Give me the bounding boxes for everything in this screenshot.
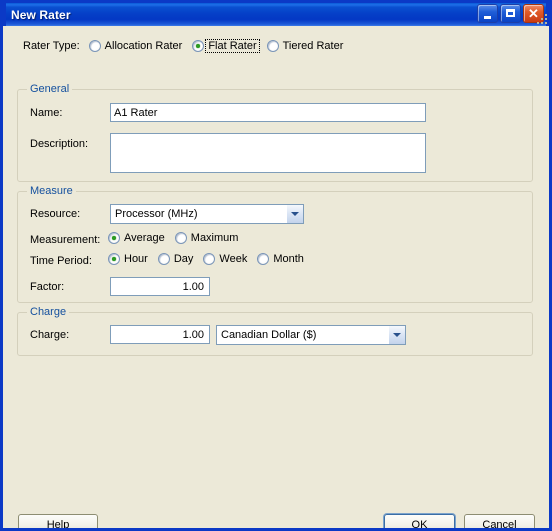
name-label: Name:: [30, 107, 63, 119]
rater-type-group: Rater Type: Allocation Rater Flat Rater …: [23, 39, 346, 53]
help-button[interactable]: Help: [18, 514, 98, 528]
radio-circle-icon: [257, 253, 270, 265]
maximize-icon: [506, 9, 515, 17]
window-controls: ✕: [477, 4, 544, 23]
rater-type-label: Rater Type:: [23, 40, 80, 52]
radio-label: Tiered Rater: [282, 40, 344, 52]
radio-flat-rater[interactable]: Flat Rater: [192, 39, 260, 53]
ok-button[interactable]: OK: [384, 514, 455, 528]
factor-label: Factor:: [30, 281, 65, 293]
currency-dropdown-button[interactable]: [388, 326, 405, 344]
charge-input[interactable]: [110, 325, 210, 344]
resource-dropdown-button[interactable]: [286, 205, 303, 223]
radio-circle-icon: [203, 253, 216, 265]
radio-allocation-rater[interactable]: Allocation Rater: [88, 40, 185, 52]
radio-circle-icon: [108, 232, 120, 244]
measure-groupbox: Measure Resource: Processor (MHz) Measur…: [17, 185, 533, 303]
radio-label: Flat Rater: [205, 39, 260, 53]
radio-circle-icon: [192, 40, 205, 52]
description-label: Description:: [30, 138, 89, 150]
resource-label: Resource:: [30, 208, 81, 220]
radio-day[interactable]: Day: [157, 253, 196, 265]
chevron-down-icon: [393, 333, 401, 337]
radio-label: Allocation Rater: [104, 40, 183, 52]
title-bar[interactable]: New Rater ✕: [3, 0, 549, 26]
radio-label: Month: [273, 253, 304, 265]
general-groupbox: General Name: Description:: [17, 83, 533, 182]
radio-label: Maximum: [190, 232, 239, 244]
name-input[interactable]: [110, 103, 426, 122]
maximize-button[interactable]: [500, 4, 521, 23]
charge-groupbox: Charge Charge: Canadian Dollar ($): [17, 306, 533, 356]
currency-value: Canadian Dollar ($): [221, 329, 317, 341]
factor-input[interactable]: [110, 277, 210, 296]
minimize-button[interactable]: [477, 4, 498, 23]
cancel-button[interactable]: Cancel: [464, 514, 535, 528]
time-period-label: Time Period:: [30, 255, 92, 267]
radio-maximum[interactable]: Maximum: [174, 232, 241, 244]
radio-month[interactable]: Month: [257, 253, 306, 265]
radio-label: Average: [124, 232, 165, 244]
radio-label: Day: [173, 253, 194, 265]
description-input[interactable]: [110, 133, 426, 173]
currency-combobox[interactable]: Canadian Dollar ($): [216, 325, 406, 345]
new-rater-dialog: New Rater ✕ Rater Type: Allocation Rater: [0, 0, 552, 531]
resource-combobox[interactable]: Processor (MHz): [110, 204, 304, 224]
window-title: New Rater: [11, 7, 71, 22]
radio-week[interactable]: Week: [203, 253, 249, 265]
measurement-label: Measurement:: [30, 234, 101, 246]
radio-circle-icon: [266, 40, 279, 52]
radio-circle-icon: [174, 232, 187, 244]
radio-circle-icon: [88, 40, 101, 52]
radio-hour[interactable]: Hour: [108, 253, 150, 265]
charge-label: Charge:: [30, 329, 70, 341]
radio-circle-icon: [157, 253, 170, 265]
radio-label: Week: [219, 253, 248, 265]
radio-average[interactable]: Average: [108, 232, 167, 244]
resize-grip[interactable]: [535, 12, 547, 24]
radio-tiered-rater[interactable]: Tiered Rater: [266, 40, 346, 52]
radio-circle-icon: [108, 253, 120, 265]
minimize-icon: [484, 16, 491, 19]
time-period-radio-group: Hour Day Week Month: [108, 253, 306, 265]
radio-label: Hour: [124, 253, 148, 265]
measurement-radio-group: Average Maximum: [108, 232, 240, 244]
chevron-down-icon: [291, 212, 299, 216]
resource-value: Processor (MHz): [115, 208, 198, 220]
